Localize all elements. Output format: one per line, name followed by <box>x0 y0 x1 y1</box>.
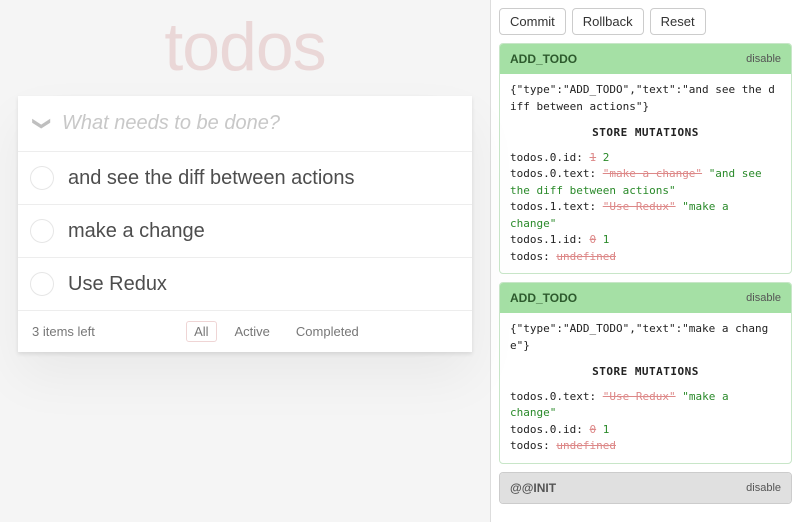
mutation-row: todos.1.id: 0 1 <box>510 232 781 249</box>
commit-button[interactable]: Commit <box>499 8 566 35</box>
new-todo-input[interactable] <box>54 108 460 139</box>
todo-card: ❯ and see the diff between actions make … <box>18 96 472 352</box>
filter-active[interactable]: Active <box>227 321 278 342</box>
action-header[interactable]: ADD_TODO disable <box>500 44 791 74</box>
mutation-row: todos: undefined <box>510 249 781 266</box>
action-entry[interactable]: ADD_TODO disable {"type":"ADD_TODO","text"… <box>499 43 792 274</box>
todo-app: todos ❯ and see the diff between actions… <box>0 0 490 522</box>
action-entry[interactable]: @@INIT disable <box>499 472 792 504</box>
filter-all[interactable]: All <box>186 321 216 342</box>
todo-text: make a change <box>68 220 205 243</box>
action-payload: {"type":"ADD_TODO","text":"and see the d… <box>510 82 781 115</box>
todo-footer: 3 items left All Active Completed <box>18 311 472 352</box>
action-header[interactable]: ADD_TODO disable <box>500 283 791 313</box>
todo-item: make a change <box>18 205 472 258</box>
disable-link[interactable]: disable <box>746 53 781 65</box>
disable-link[interactable]: disable <box>746 482 781 494</box>
mutation-row: todos.1.text: "Use Redux" "make a change… <box>510 199 781 232</box>
todo-item: and see the diff between actions <box>18 152 472 205</box>
action-entry[interactable]: ADD_TODO disable {"type":"ADD_TODO","text"… <box>499 282 792 464</box>
mutation-row: todos.0.text: "Use Redux" "make a change… <box>510 389 781 422</box>
rollback-button[interactable]: Rollback <box>572 8 644 35</box>
todo-checkbox[interactable] <box>30 166 54 190</box>
todo-text: and see the diff between actions <box>68 167 355 190</box>
devtools-panel: Commit Rollback Reset ADD_TODOdisable{"t… <box>490 0 800 522</box>
todo-text: Use Redux <box>68 273 167 296</box>
mutation-row: todos: undefined <box>510 438 781 455</box>
new-todo-row: ❯ <box>18 96 472 152</box>
action-log[interactable]: ADD_TODOdisable{"type":"ADD_TODO","text"… <box>491 43 800 520</box>
todo-item: Use Redux <box>18 258 472 311</box>
action-body: {"type":"ADD_TODO","text":"make a change… <box>500 313 791 463</box>
items-left: 3 items left <box>32 324 95 339</box>
filter-group: All Active Completed <box>95 321 458 342</box>
action-name: ADD_TODO <box>510 291 577 305</box>
action-name: ADD_TODO <box>510 52 577 66</box>
app-title: todos <box>0 8 490 86</box>
action-name: @@INIT <box>510 481 556 495</box>
store-mutations-header: STORE MUTATIONS <box>510 125 781 142</box>
mutation-row: todos.0.id: 1 2 <box>510 150 781 167</box>
reset-button[interactable]: Reset <box>650 8 706 35</box>
todo-checkbox[interactable] <box>30 219 54 243</box>
action-payload: {"type":"ADD_TODO","text":"make a change… <box>510 321 781 354</box>
filter-completed[interactable]: Completed <box>288 321 367 342</box>
store-mutations-header: STORE MUTATIONS <box>510 364 781 381</box>
mutation-row: todos.0.text: "make a change" "and see t… <box>510 166 781 199</box>
mutation-row: todos.0.id: 0 1 <box>510 422 781 439</box>
action-body: {"type":"ADD_TODO","text":"and see the d… <box>500 74 791 273</box>
action-header[interactable]: @@INIT disable <box>500 473 791 503</box>
todo-checkbox[interactable] <box>30 272 54 296</box>
disable-link[interactable]: disable <box>746 292 781 304</box>
toggle-all-icon[interactable]: ❯ <box>32 112 53 136</box>
devtools-toolbar: Commit Rollback Reset <box>491 0 800 43</box>
